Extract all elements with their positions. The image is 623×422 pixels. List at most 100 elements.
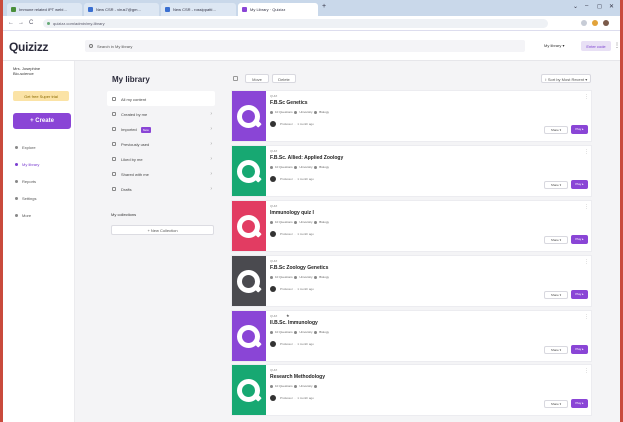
updated-time: 1 month ago	[297, 286, 314, 291]
library-menu-item-created-by-me[interactable]: Created by me ›	[107, 106, 215, 121]
profile-avatar-icon[interactable]	[603, 20, 609, 26]
move-button[interactable]: Move	[245, 74, 269, 83]
delete-button[interactable]: Delete	[272, 74, 296, 83]
play-button[interactable]: Play ▸	[571, 290, 588, 299]
avatar	[270, 286, 276, 292]
forward-icon[interactable]: →	[18, 20, 24, 26]
card-more-icon[interactable]: ⋮	[584, 94, 589, 100]
card-more-icon[interactable]: ⋮	[584, 204, 589, 210]
quiz-thumbnail[interactable]	[232, 146, 266, 196]
quiz-card[interactable]: QUIZ ★ II.B.Sc. Immunology 10 Questions Uni…	[231, 310, 592, 362]
play-button[interactable]: Play ▸	[571, 180, 588, 189]
library-menu-item-imported[interactable]: Imported New ›	[107, 121, 215, 136]
reload-icon[interactable]: C	[29, 20, 33, 26]
quizizz-logo[interactable]: Quizizz	[9, 40, 49, 54]
play-button[interactable]: Play ▸	[571, 345, 588, 354]
share-button[interactable]: Share ▾	[544, 126, 568, 134]
quiz-owner: Professor · 1 month ago	[270, 121, 314, 127]
share-button[interactable]: Share ▾	[544, 236, 568, 244]
sidebar-item-more[interactable]: More	[15, 213, 31, 218]
grade-level: University	[299, 384, 313, 388]
upgrade-button[interactable]: Get free Super trial	[13, 91, 69, 101]
quiz-title[interactable]: F.B.Sc Zoology Genetics	[270, 265, 328, 271]
chevron-right-icon: ›	[210, 141, 212, 147]
close-icon[interactable]: ✕	[609, 3, 614, 10]
new-collection-button[interactable]: + New Collection	[111, 225, 214, 235]
share-button[interactable]: Share ▾	[544, 291, 568, 299]
tab-strip: Immune related IPT webi… New CSR - virus…	[3, 0, 620, 16]
import-icon	[112, 127, 116, 131]
card-more-icon[interactable]: ⋮	[584, 368, 589, 374]
quiz-card[interactable]: QUIZ Immunology quiz I 10 Questions Univer…	[231, 200, 592, 252]
search-input[interactable]: Search in My library	[85, 40, 525, 52]
quiz-card[interactable]: QUIZ F.B.Sc. Allied: Applied Zoology 10 Qu…	[231, 145, 592, 197]
page-title: My library	[112, 75, 150, 84]
card-more-icon[interactable]: ⋮	[584, 314, 589, 320]
owner-name: Professor	[280, 395, 293, 400]
tab-search-icon[interactable]: ⌄	[573, 3, 578, 10]
play-button[interactable]: Play ▸	[571, 235, 588, 244]
quiz-thumbnail[interactable]	[232, 91, 266, 141]
library-scope-dropdown[interactable]: My library ▾	[544, 43, 564, 48]
browser-tab-active[interactable]: My Library · Quizizz	[238, 3, 318, 16]
browser-tab[interactable]: New CSR - virus7@gm…	[84, 3, 159, 16]
quiz-card[interactable]: QUIZ Research Methodology 10 Questions Uni…	[231, 364, 592, 416]
share-button[interactable]: Share ▾	[544, 400, 568, 408]
browser-tab[interactable]: New CSR - rossippatti…	[161, 3, 236, 16]
quiz-owner: Professor · 1 month ago	[270, 176, 314, 182]
back-icon[interactable]: ←	[8, 20, 14, 26]
browser-tab[interactable]: Immune related IPT webi…	[7, 3, 82, 16]
quiz-thumbnail[interactable]	[232, 201, 266, 251]
create-button[interactable]: + Create	[13, 113, 71, 129]
select-all-checkbox[interactable]	[233, 76, 238, 81]
card-more-icon[interactable]: ⋮	[584, 259, 589, 265]
question-count: 10 Questions	[275, 384, 293, 388]
library-menu-item-liked-by-me[interactable]: Liked by me ›	[107, 151, 215, 166]
collections-heading: My collections	[111, 212, 137, 217]
quizizz-q-tail-icon	[253, 229, 262, 238]
chevron-right-icon: ›	[210, 156, 212, 162]
sidebar-item-reports[interactable]: Reports	[15, 179, 36, 184]
quiz-title[interactable]: II.B.Sc. Immunology	[270, 320, 318, 326]
play-button[interactable]: Play ▸	[571, 125, 588, 134]
owner-name: Professor	[280, 121, 293, 126]
library-menu-item-all-content[interactable]: All my content	[107, 91, 215, 106]
sidebar-item-explore[interactable]: Explore	[15, 145, 36, 150]
maximize-icon[interactable]: ◻	[597, 3, 602, 10]
minimize-icon[interactable]: –	[585, 3, 588, 9]
sidebar-item-my-library[interactable]: My library	[15, 162, 39, 167]
extension-icon[interactable]	[581, 20, 587, 26]
quiz-thumbnail[interactable]	[232, 365, 266, 415]
sidebar-item-settings[interactable]: Settings	[15, 196, 36, 201]
more-options-icon[interactable]: ⋮	[614, 42, 620, 49]
library-menu-item-drafts[interactable]: Drafts ›	[107, 181, 215, 196]
quiz-card[interactable]: QUIZ F.B.Sc Zoology Genetics 10 Questions …	[231, 255, 592, 307]
star-icon[interactable]: ★	[286, 313, 290, 318]
share-button[interactable]: Share ▾	[544, 346, 568, 354]
quiz-thumbnail[interactable]	[232, 256, 266, 306]
share-button[interactable]: Share ▾	[544, 181, 568, 189]
quiz-title[interactable]: F.B.Sc. Allied: Applied Zoology	[270, 155, 343, 161]
sidebar-item-label: My library	[22, 162, 40, 167]
extension-icon[interactable]	[592, 20, 598, 26]
new-tab-icon[interactable]: +	[322, 3, 326, 10]
url-field[interactable]: quizizz.com/admin/my-library	[43, 19, 548, 28]
enter-code-button[interactable]: Enter code	[581, 41, 611, 51]
owner-name: Professor	[280, 341, 293, 346]
tab-label: My Library · Quizizz	[250, 7, 286, 12]
sort-dropdown[interactable]: ↕ Sort by Most Recent ▾	[541, 74, 591, 83]
library-menu-item-previously-used[interactable]: Previously used ›	[107, 136, 215, 151]
library-menu-label: Shared with me	[121, 172, 149, 177]
card-more-icon[interactable]: ⋮	[584, 149, 589, 155]
app-header: Quizizz Search in My library My library …	[3, 31, 620, 61]
quiz-thumbnail[interactable]	[232, 311, 266, 361]
play-button[interactable]: Play ▸	[571, 399, 588, 408]
quiz-card[interactable]: QUIZ F.B.Sc Genetics 10 Questions Universi…	[231, 90, 592, 142]
list-icon	[112, 97, 116, 101]
quiz-title[interactable]: Research Methodology	[270, 374, 325, 380]
quiz-owner: Professor · 1 month ago	[270, 395, 314, 401]
quiz-title[interactable]: Immunology quiz I	[270, 210, 314, 216]
avatar	[270, 121, 276, 127]
quiz-title[interactable]: F.B.Sc Genetics	[270, 100, 308, 106]
library-menu-item-shared-with-me[interactable]: Shared with me ›	[107, 166, 215, 181]
